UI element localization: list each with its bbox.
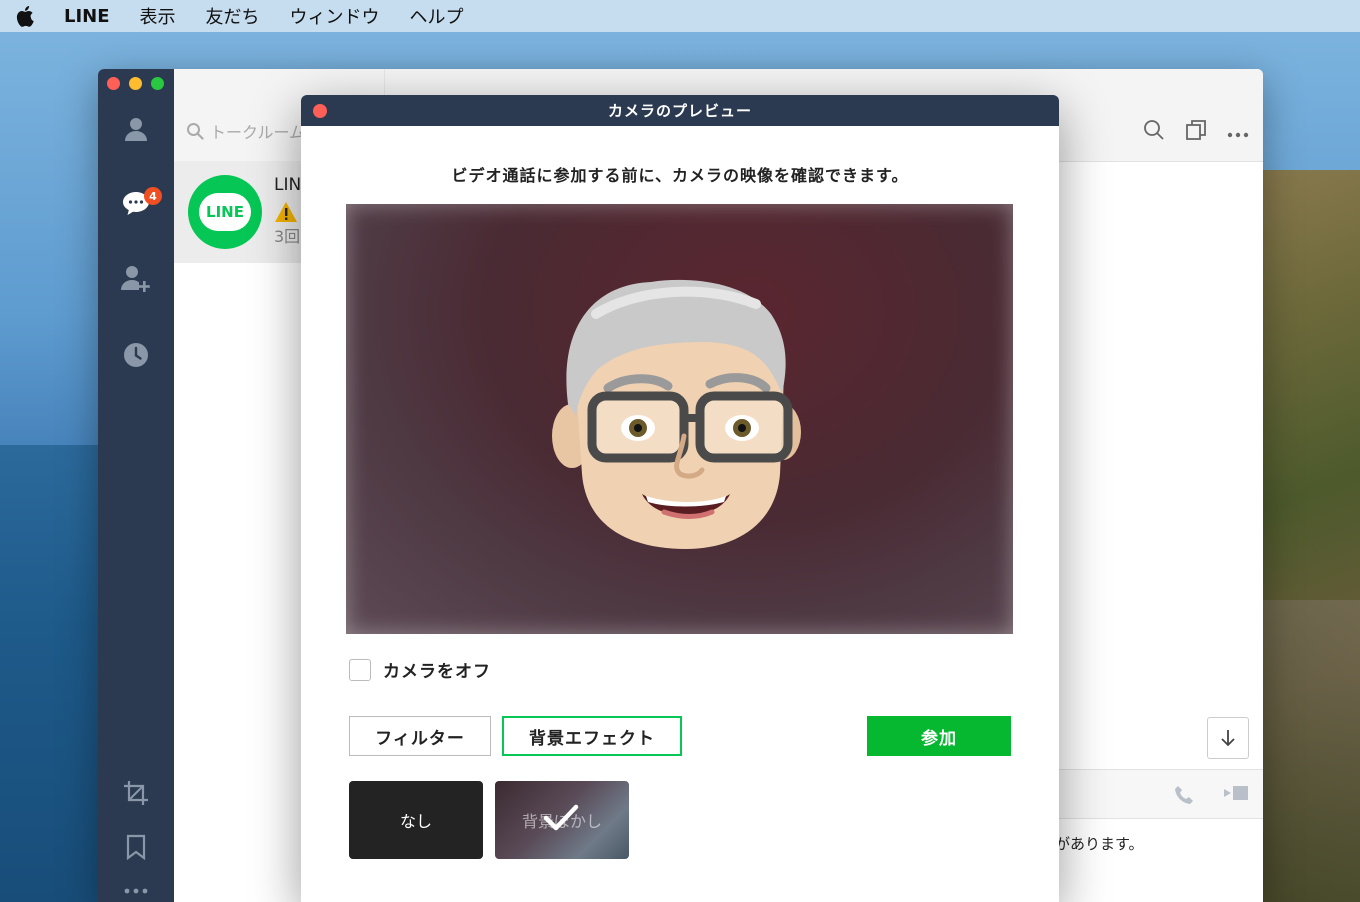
dialog-title: カメラのプレビュー [607,102,752,120]
search-icon [187,123,204,140]
unread-badge: 4 [144,187,162,205]
menu-help[interactable]: ヘルプ [410,3,464,29]
close-window-button[interactable] [107,77,120,90]
timeline-clock-icon[interactable] [120,339,152,371]
menu-bar: LINE 表示 友だち ウィンドウ ヘルプ [0,0,1360,32]
message-text: があります。 [1055,835,1144,853]
background-effect-button[interactable]: 背景エフェクト [502,716,682,756]
copy-window-icon[interactable] [1185,119,1207,145]
effect-none-label: なし [399,812,432,831]
more-dots-icon[interactable] [120,875,152,902]
arrow-down-icon [1221,730,1235,747]
search-placeholder: トークルーム [210,123,306,142]
window-controls [107,77,164,90]
menu-window[interactable]: ウィンドウ [290,3,380,29]
join-button[interactable]: 参加 [867,716,1011,756]
sidebar: 4 [98,69,174,902]
chat-name: LIN [274,175,302,195]
dialog-message: ビデオ通話に参加する前に、カメラの映像を確認できます。 [451,166,909,185]
menu-friends[interactable]: 友だち [206,3,260,29]
menu-view[interactable]: 表示 [140,3,176,29]
voice-call-icon[interactable] [1173,784,1195,810]
add-friend-icon[interactable] [120,263,152,295]
camera-off-checkbox[interactable] [349,658,371,681]
checkmark-icon [543,803,579,837]
dialog-titlebar: カメラのプレビュー [301,95,1059,126]
filter-button[interactable]: フィルター [349,716,491,756]
search-icon[interactable] [1143,119,1165,145]
screenshot-crop-icon[interactable] [120,777,152,809]
more-options-icon[interactable] [1227,123,1249,142]
scroll-to-bottom-button[interactable] [1207,717,1249,759]
zoom-window-button[interactable] [151,77,164,90]
camera-preview-video [346,204,1013,634]
friends-icon[interactable] [120,113,152,145]
camera-off-option: カメラをオフ [349,657,491,682]
search-field[interactable]: トークルーム [186,119,305,143]
minimize-window-button[interactable] [129,77,142,90]
effect-blur-tile[interactable]: 背景ぼかし [495,781,629,859]
apple-icon[interactable] [16,5,38,27]
line-logo-text: LINE [199,193,251,231]
camera-off-label: カメラをオフ [383,662,491,682]
camera-preview-dialog: カメラのプレビュー ビデオ通話に参加する前に、カメラの映像を確認できます。 カメ… [301,95,1059,902]
dialog-close-button[interactable] [313,104,327,118]
conversation-header-actions [1143,119,1249,145]
memoji-face-image [552,279,801,549]
line-official-avatar: LINE [188,175,262,249]
chat-preview: 3回 [274,227,301,246]
effect-none-tile[interactable]: なし [349,781,483,859]
video-call-icon[interactable] [1223,784,1249,810]
keep-bookmark-icon[interactable] [120,831,152,863]
menu-app-line[interactable]: LINE [64,6,110,27]
